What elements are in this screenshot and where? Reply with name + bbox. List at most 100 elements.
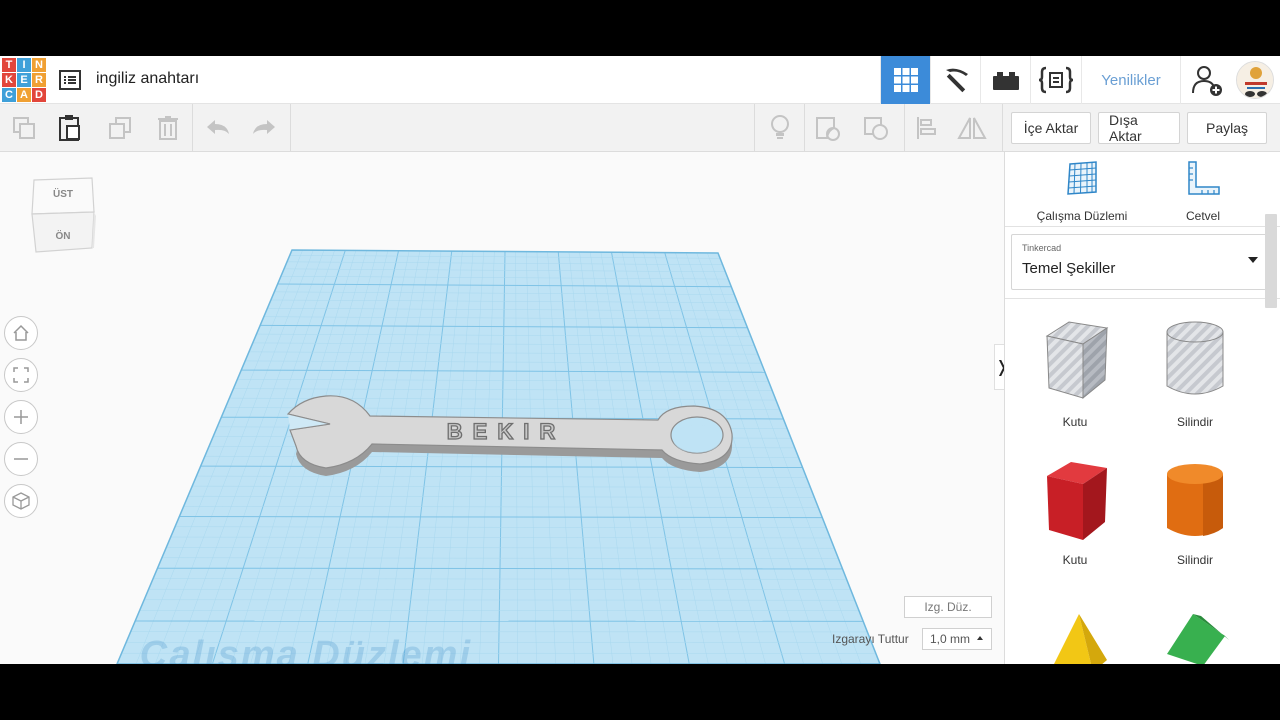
logo-letter: N [32, 58, 46, 72]
logo-letter: R [32, 73, 46, 87]
3d-design-view-button[interactable] [880, 56, 930, 104]
design-menu-icon[interactable] [58, 68, 82, 92]
group-button[interactable] [812, 112, 844, 144]
share-button[interactable]: Paylaş [1187, 112, 1267, 144]
cube-icon [12, 492, 30, 510]
snap-grid-label: Izgarayı Tuttur [832, 632, 909, 646]
roof-icon [1167, 614, 1229, 664]
duplicate-button[interactable] [104, 112, 136, 144]
group-icon [816, 117, 840, 141]
zoom-out-button[interactable] [4, 442, 38, 476]
pyramid-icon [1054, 614, 1107, 664]
perspective-button[interactable] [4, 484, 38, 518]
document-title[interactable]: ingiliz anahtarı [96, 70, 199, 88]
logo-letter: T [2, 58, 16, 72]
ruler-icon [1188, 161, 1220, 195]
import-button[interactable]: İçe Aktar [1011, 112, 1091, 144]
align-icon [917, 117, 936, 139]
workplane-watermark: Çalışma Düzlemi [140, 634, 472, 664]
dropdown-caret-icon [1248, 257, 1258, 263]
shape-label: Silindir [1176, 415, 1213, 429]
box-icon [1047, 462, 1107, 540]
shape-label: Kutu [1062, 553, 1088, 567]
shape-label: Kutu [1062, 415, 1088, 429]
code-braces-icon [1038, 66, 1073, 94]
user-avatar[interactable] [1236, 61, 1274, 99]
tinkercad-logo[interactable]: TIN KER CAD [2, 58, 46, 102]
redo-button[interactable] [248, 112, 280, 144]
view-cube-top-label: ÜST [53, 189, 73, 200]
snap-grid-select[interactable]: 1,0 mm [922, 628, 992, 650]
shape-cylinder[interactable]: Silindir [1145, 456, 1245, 567]
home-view-button[interactable] [4, 316, 38, 350]
paste-icon [59, 115, 80, 141]
panel-scrollbar[interactable] [1265, 214, 1277, 308]
lightbulb-icon [771, 115, 789, 139]
logo-letter: A [17, 88, 31, 102]
logo-letter: D [32, 88, 46, 102]
logo-letter: K [2, 73, 16, 87]
fit-all-icon [13, 367, 29, 383]
bricks-view-button[interactable] [980, 56, 1030, 104]
snap-grid-value: 1,0 mm [930, 632, 971, 646]
codeblocks-view-button[interactable] [1030, 56, 1080, 104]
view-cube[interactable]: ÜST ÖN [30, 176, 96, 254]
caret-up-icon [977, 636, 983, 640]
undo-arrow-icon [207, 120, 229, 134]
wrench-engraved-text: BEKIR [447, 419, 565, 444]
mirror-icon [957, 117, 987, 139]
copy-icon [13, 117, 35, 139]
shape-box-hole[interactable]: Kutu [1025, 316, 1125, 429]
mirror-button[interactable] [956, 112, 988, 144]
copy-button[interactable] [8, 112, 40, 144]
ruler-tool[interactable]: Cetvel [1148, 160, 1258, 223]
edit-grid-button[interactable]: Izg. Düz. [904, 596, 992, 618]
shape-box[interactable]: Kutu [1025, 456, 1125, 567]
box-hole-icon [1045, 321, 1109, 400]
whats-new-link[interactable]: Yenilikler [1081, 56, 1180, 104]
ruler-tool-label: Cetvel [1185, 209, 1220, 223]
add-user-icon [1191, 66, 1222, 96]
library-name: Temel Şekiller [1022, 260, 1116, 277]
ungroup-button[interactable] [860, 112, 892, 144]
shape-roof[interactable] [1145, 610, 1245, 664]
ungroup-icon [864, 117, 888, 140]
workplane-tool-label: Çalışma Düzlemi [1036, 209, 1128, 223]
view-cube-front-label: ÖN [55, 231, 71, 242]
library-owner-label: Tinkercad [1022, 243, 1062, 253]
undo-button[interactable] [202, 112, 234, 144]
delete-button[interactable] [152, 112, 184, 144]
cylinder-icon [1167, 464, 1223, 536]
logo-letter: I [17, 58, 31, 72]
workplane-tool[interactable]: Çalışma Düzlemi [1027, 160, 1137, 223]
workplane-canvas[interactable]: BEKIR [0, 152, 1004, 664]
duplicate-icon [109, 117, 131, 139]
minus-icon [14, 458, 28, 460]
plus-icon [14, 410, 28, 424]
edit-toolbar: İçe Aktar Dışa Aktar Paylaş [0, 104, 1280, 152]
grid-icon [893, 68, 918, 92]
tinkercad-app: TINKERCAD ingiliz anahtarı Yenilikler İç… [0, 56, 1280, 664]
add-user-button[interactable] [1180, 56, 1232, 104]
notes-button[interactable] [764, 112, 796, 144]
shape-library-select[interactable]: Tinkercad Temel Şekiller [1011, 234, 1275, 290]
3d-viewport[interactable]: BEKIR ÜST ÖN Çalışma Düzlemi Izg. Düz. I… [0, 152, 1004, 664]
shapes-panel: Çalışma Düzlemi Cetvel Tinkercad Temel Ş… [1004, 152, 1280, 664]
fit-view-button[interactable] [4, 358, 38, 392]
brick-icon [992, 72, 1019, 90]
align-button[interactable] [910, 112, 942, 144]
top-bar: TINKERCAD ingiliz anahtarı Yenilikler [0, 56, 1280, 104]
shape-label: Silindir [1176, 553, 1213, 567]
logo-letter: E [17, 73, 31, 87]
export-button[interactable]: Dışa Aktar [1098, 112, 1180, 144]
shape-cylinder-hole[interactable]: Silindir [1145, 316, 1245, 429]
redo-arrow-icon [253, 120, 275, 134]
paste-button[interactable] [54, 112, 86, 144]
blocks-view-button[interactable] [930, 56, 980, 104]
home-icon [13, 324, 29, 341]
workplane-icon [1067, 161, 1097, 195]
zoom-in-button[interactable] [4, 400, 38, 434]
cylinder-hole-icon [1166, 321, 1224, 395]
shape-pyramid[interactable] [1025, 610, 1125, 664]
pickaxe-icon [945, 68, 968, 93]
